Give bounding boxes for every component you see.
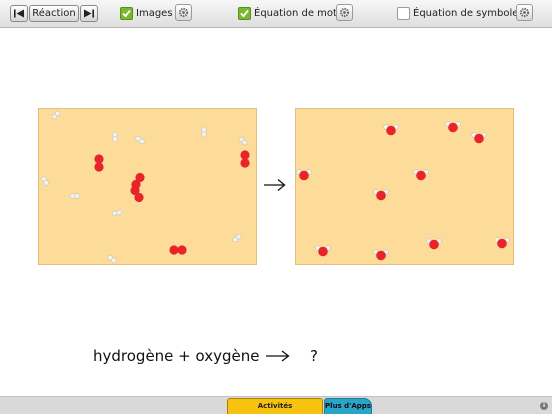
reaction-arrow-icon bbox=[264, 179, 286, 191]
checkmark-icon bbox=[122, 9, 131, 18]
gear-icon bbox=[519, 7, 530, 18]
gear-icon bbox=[339, 7, 350, 18]
equation-arrow-icon bbox=[266, 350, 290, 362]
water-molecule bbox=[296, 169, 312, 181]
images-checkbox[interactable] bbox=[120, 7, 133, 20]
step-back-button[interactable] bbox=[10, 5, 28, 22]
word-equation-label: Équation de mot bbox=[254, 8, 337, 19]
step-forward-button[interactable] bbox=[80, 5, 98, 22]
word-equation: hydrogène + oxygène bbox=[93, 346, 259, 368]
water-molecule bbox=[494, 237, 510, 249]
oxygen-molecule bbox=[94, 154, 104, 172]
oxygen-molecule bbox=[240, 150, 250, 168]
tab-more-apps[interactable]: Plus d'Apps bbox=[324, 398, 372, 414]
hydrogen-molecule bbox=[232, 233, 242, 243]
water-molecule bbox=[383, 124, 399, 136]
products-panel bbox=[295, 108, 514, 265]
oxygen-molecule bbox=[169, 245, 187, 255]
water-molecule bbox=[373, 189, 389, 201]
images-settings-button[interactable] bbox=[175, 4, 192, 21]
checkmark-icon bbox=[240, 9, 249, 18]
water-molecule bbox=[445, 121, 461, 133]
symbol-equation-settings-button[interactable] bbox=[516, 4, 533, 21]
oxygen-molecule bbox=[130, 185, 144, 203]
reaction-button[interactable]: Réaction bbox=[29, 5, 79, 22]
hydrogen-molecule bbox=[69, 193, 81, 199]
hydrogen-molecule bbox=[51, 110, 61, 120]
water-molecule bbox=[471, 132, 487, 144]
hydrogen-molecule bbox=[135, 136, 145, 144]
hydrogen-molecule bbox=[201, 126, 207, 138]
water-molecule bbox=[413, 169, 429, 181]
word-equation-product-unknown: ? bbox=[310, 347, 318, 365]
hydrogen-molecule bbox=[112, 131, 118, 143]
hydrogen-molecule bbox=[41, 176, 49, 186]
symbol-equation-label: Équation de symbole bbox=[413, 8, 519, 19]
step-forward-icon bbox=[84, 9, 94, 18]
water-molecule bbox=[315, 245, 331, 257]
hydrogen-molecule bbox=[107, 255, 117, 263]
symbol-equation-checkbox[interactable] bbox=[397, 7, 410, 20]
word-equation-reactants: hydrogène + oxygène bbox=[93, 346, 260, 365]
hydrogen-molecule bbox=[111, 210, 123, 216]
water-molecule bbox=[373, 249, 389, 261]
toolbar: Réaction Images Équation de mot Équation… bbox=[0, 0, 552, 28]
gear-icon bbox=[178, 7, 189, 18]
word-equation-settings-button[interactable] bbox=[336, 4, 353, 21]
water-molecule bbox=[426, 238, 442, 250]
images-label: Images bbox=[136, 8, 173, 19]
info-icon[interactable]: i bbox=[540, 402, 548, 410]
step-back-icon bbox=[14, 9, 24, 18]
reactants-panel bbox=[38, 108, 257, 265]
word-equation-checkbox[interactable] bbox=[238, 7, 251, 20]
tab-activities[interactable]: Activités bbox=[227, 398, 323, 414]
hydrogen-molecule bbox=[238, 136, 248, 146]
